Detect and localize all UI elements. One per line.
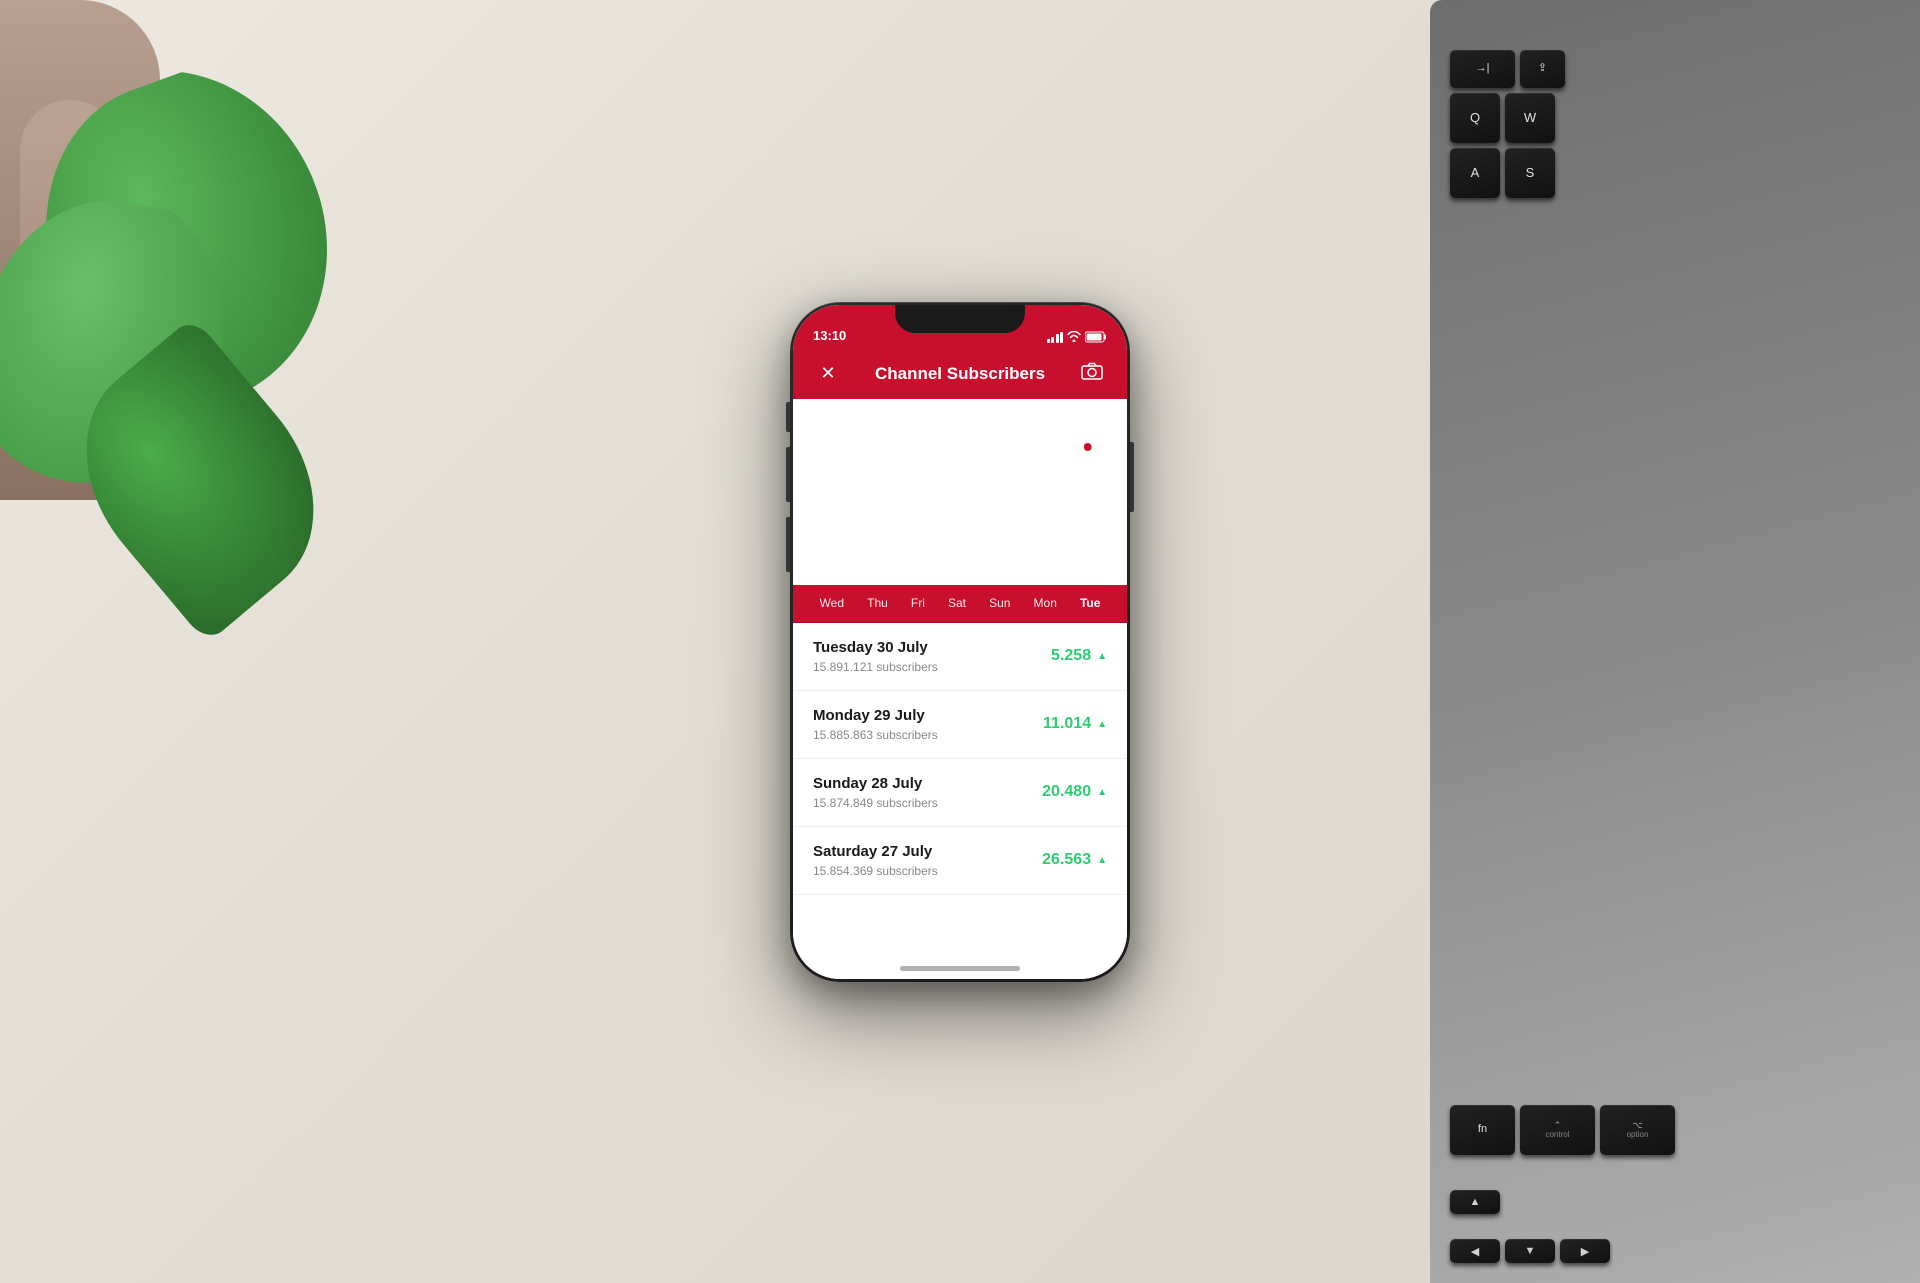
stats-date: Tuesday 30 July xyxy=(793,428,1127,443)
key-w: W xyxy=(1505,93,1555,143)
list-item-info: Monday 29 July 15.885.863 subscribers xyxy=(813,707,938,742)
subscriber-count: 15.891.121 xyxy=(793,399,1127,425)
trend-up-icon: ▲ xyxy=(1097,719,1107,730)
list-item[interactable]: Tuesday 30 July 15.891.121 subscribers 5… xyxy=(793,623,1127,691)
plant-container xyxy=(0,0,400,700)
list-item-sub: 15.854.369 subscribers xyxy=(813,864,938,878)
volume-up-button[interactable] xyxy=(786,447,790,502)
list-item-sub: 15.891.121 subscribers xyxy=(813,660,938,674)
keyboard-row-2: A S xyxy=(1450,148,1900,198)
camera-button[interactable] xyxy=(1077,362,1107,385)
list-item-value: 20.480 xyxy=(1042,783,1091,801)
day-sun: Sun xyxy=(989,596,1010,610)
list-item-info: Sunday 28 July 15.874.849 subscribers xyxy=(813,775,938,810)
battery-icon xyxy=(1085,331,1107,343)
day-sat: Sat xyxy=(948,596,966,610)
key-fn: fn xyxy=(1450,1105,1515,1155)
key-control: ⌃ control xyxy=(1520,1105,1595,1155)
list-item-title: Sunday 28 July xyxy=(813,775,938,792)
wifi-icon xyxy=(1067,331,1081,342)
subscriber-list: Tuesday 30 July 15.891.121 subscribers 5… xyxy=(793,623,1127,979)
list-item-right: 26.563 ▲ xyxy=(1042,851,1107,869)
status-icons xyxy=(1047,331,1108,343)
home-indicator xyxy=(900,966,1020,971)
list-item-sub: 15.874.849 subscribers xyxy=(813,796,938,810)
list-item-title: Monday 29 July xyxy=(813,707,938,724)
keyboard-row-bottom: fn ⌃ control ⌥ option xyxy=(1450,1105,1900,1155)
keyboard-row-arrows-2: ◀ ▼ ▶ xyxy=(1450,1239,1900,1263)
mute-button[interactable] xyxy=(786,402,790,432)
line-chart xyxy=(793,435,1127,590)
key-up: ▲ xyxy=(1450,1190,1500,1214)
key-right: ▶ xyxy=(1560,1239,1610,1263)
keyboard-row-1: Q W xyxy=(1450,93,1900,143)
list-item-info: Tuesday 30 July 15.891.121 subscribers xyxy=(813,639,938,674)
trend-up-icon: ▲ xyxy=(1097,855,1107,866)
day-tue: Tue xyxy=(1080,596,1100,610)
list-item-title: Tuesday 30 July xyxy=(813,639,938,656)
list-item-right: 20.480 ▲ xyxy=(1042,783,1107,801)
key-left: ◀ xyxy=(1450,1239,1500,1263)
key-s: S xyxy=(1505,148,1555,198)
screen-title: Channel Subscribers xyxy=(875,364,1045,384)
keyboard-row-arrows: ▲ xyxy=(1450,1190,1900,1214)
day-thu: Thu xyxy=(867,596,888,610)
list-item-info: Saturday 27 July 15.854.369 subscribers xyxy=(813,843,938,878)
keyboard-row-fn: →| ⇪ xyxy=(1450,50,1900,88)
day-fri: Fri xyxy=(911,596,925,610)
app-header: ✕ Channel Subscribers xyxy=(793,349,1127,399)
list-item-value: 26.563 xyxy=(1042,851,1091,869)
laptop-keyboard: →| ⇪ Q W A S fn ⌃ control ⌥ xyxy=(1430,0,1920,1283)
day-mon: Mon xyxy=(1034,596,1057,610)
list-item[interactable]: Saturday 27 July 15.854.369 subscribers … xyxy=(793,827,1127,895)
volume-down-button[interactable] xyxy=(786,517,790,572)
list-item-right: 5.258 ▲ xyxy=(1051,647,1107,665)
power-button[interactable] xyxy=(1130,442,1134,512)
app-content: 13:10 xyxy=(793,305,1127,979)
day-labels: Wed Thu Fri Sat Sun Mon Tue xyxy=(793,585,1127,623)
key-option: ⌥ option xyxy=(1600,1105,1675,1155)
close-button[interactable]: ✕ xyxy=(813,363,843,384)
phone: 13:10 xyxy=(790,302,1130,982)
camera-icon xyxy=(1081,362,1103,380)
list-item-value: 5.258 xyxy=(1051,647,1091,665)
list-item-title: Saturday 27 July xyxy=(813,843,938,860)
day-wed: Wed xyxy=(820,596,844,610)
trend-up-icon: ▲ xyxy=(1097,651,1107,662)
list-item-right: 11.014 ▲ xyxy=(1043,715,1107,733)
key-q: Q xyxy=(1450,93,1500,143)
key-down: ▼ xyxy=(1505,1239,1555,1263)
stats-display: 15.891.121 Tuesday 30 July xyxy=(793,399,1127,443)
list-item-sub: 15.885.863 subscribers xyxy=(813,728,938,742)
key-a: A xyxy=(1450,148,1500,198)
trend-up-icon: ▲ xyxy=(1097,787,1107,798)
key-caps: ⇪ xyxy=(1520,50,1565,88)
chart-container xyxy=(793,435,1127,590)
list-item[interactable]: Sunday 28 July 15.874.849 subscribers 20… xyxy=(793,759,1127,827)
key-tab: →| xyxy=(1450,50,1515,88)
list-item[interactable]: Monday 29 July 15.885.863 subscribers 11… xyxy=(793,691,1127,759)
phone-screen: 13:10 xyxy=(793,305,1127,979)
list-item-value: 11.014 xyxy=(1043,715,1091,733)
signal-icon xyxy=(1047,331,1064,343)
phone-outer: 13:10 xyxy=(790,302,1130,982)
phone-notch xyxy=(895,305,1025,333)
